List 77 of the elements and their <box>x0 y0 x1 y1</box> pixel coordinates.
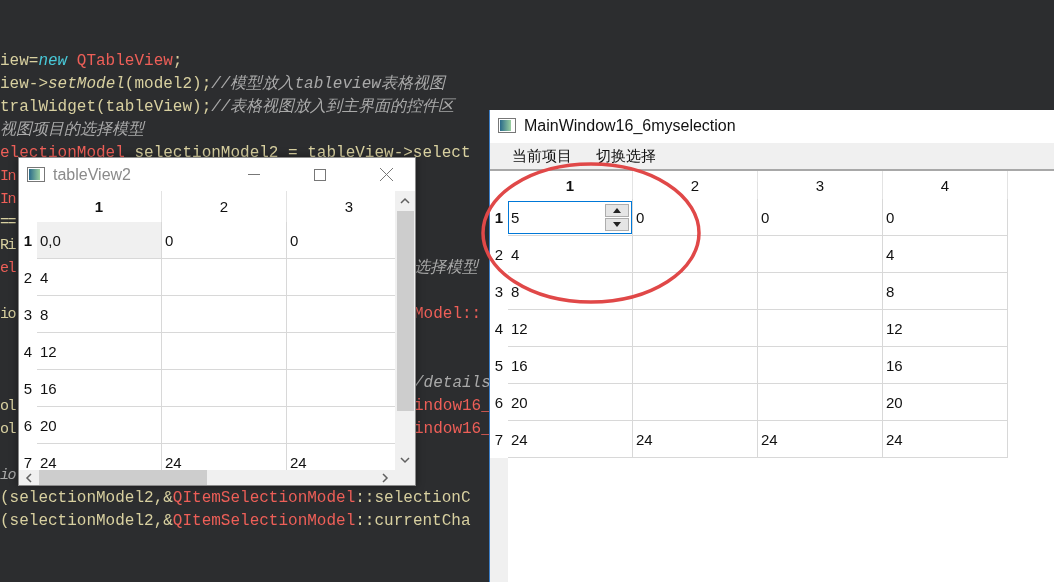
table-cell: 24 <box>37 444 162 470</box>
table-cell: 16 <box>883 347 1008 384</box>
code-comment: //表格视图放入到主界面的控件区 <box>211 96 455 118</box>
code-text: QTableView <box>76 51 173 72</box>
code-text: new <box>38 51 68 72</box>
window-icon <box>498 118 516 133</box>
table-cell: 20 <box>37 407 162 444</box>
table-cell: 20 <box>883 384 1008 421</box>
window-title: MainWindow16_6myselection <box>524 116 737 135</box>
code-text: electionModel <box>0 143 125 164</box>
code-text: ::selectionC <box>355 488 471 509</box>
window-title: tableView2 <box>53 165 132 184</box>
toolbar-button[interactable]: 当前项目 <box>502 144 582 168</box>
table-cell: 8 <box>883 273 1008 310</box>
code-text: ::currentCha <box>355 511 471 532</box>
table-cell: 20 <box>508 384 633 421</box>
table-cell: 0,0 <box>37 222 162 259</box>
table-cell: 0 <box>633 199 758 236</box>
code-text: ol <box>0 397 15 417</box>
code-text: iew-> <box>0 74 48 95</box>
toolbar-button[interactable]: 切换选择 <box>586 144 666 168</box>
code-comment: 视图项目的选择模型 <box>0 120 144 141</box>
table-cell: 24 <box>883 421 1008 458</box>
table-cell: 16 <box>508 347 633 384</box>
scroll-down-icon[interactable] <box>399 454 411 466</box>
table-cell: 16 <box>37 370 162 407</box>
code-text: io <box>0 305 15 325</box>
code-text: tralWidget(tableView); <box>0 97 212 118</box>
scroll-right-icon[interactable] <box>379 471 391 484</box>
table-cell: 0 <box>162 222 287 259</box>
code-text: indow16_ <box>414 419 491 440</box>
code-text: (selectionModel2,& <box>0 511 173 532</box>
scroll-left-icon[interactable] <box>23 471 35 484</box>
code-text: == <box>0 213 15 233</box>
code-text: In <box>0 190 15 210</box>
table-cell: 24 <box>758 421 883 458</box>
table-cell: 12 <box>508 310 633 347</box>
code-text: (selectionModel2,& <box>0 488 173 509</box>
code-comment: 选择模型 <box>414 258 478 279</box>
table-cell: 4 <box>883 236 1008 273</box>
spin-down-button[interactable] <box>605 217 629 231</box>
table-cell: 4 <box>508 236 633 273</box>
code-text: iew= <box>0 51 39 72</box>
horizontal-scrollbar[interactable] <box>19 470 415 485</box>
table-cell: 0 <box>883 199 1008 236</box>
table-cell: 24 <box>162 444 287 470</box>
code-text: Ri <box>0 236 15 256</box>
code-comment: /details <box>414 373 491 394</box>
table-cell: 8 <box>37 296 162 333</box>
code-text: (model2); <box>124 74 212 95</box>
up-arrow-icon <box>613 207 621 213</box>
close-icon <box>379 168 393 181</box>
maximize-icon <box>314 168 326 181</box>
vertical-scrollbar[interactable] <box>395 191 415 470</box>
table-cell: 8 <box>508 273 633 310</box>
code-text: el <box>0 259 15 279</box>
code-text: QItemSelectionModel <box>172 511 356 532</box>
code-text: indow16_ <box>414 396 491 417</box>
table-cell: 24 <box>633 421 758 458</box>
table-cell: 4 <box>37 259 162 296</box>
window-icon <box>27 167 45 182</box>
down-arrow-icon <box>613 221 621 227</box>
table-cell: 12 <box>883 310 1008 347</box>
spin-up-button[interactable] <box>605 203 629 217</box>
code-text: In <box>0 167 15 187</box>
table-cell: 12 <box>37 333 162 370</box>
table-cell: 24 <box>508 421 633 458</box>
table-cell: 0 <box>758 199 883 236</box>
spin-box[interactable]: 5 <box>508 200 632 234</box>
code-text: selectionModel2 = tableView->select <box>134 143 471 164</box>
code-text: ol <box>0 420 15 440</box>
code-comment: //模型放入tableview表格视图 <box>211 74 445 95</box>
minimize-icon <box>248 173 260 176</box>
code-text: setModel <box>48 74 125 95</box>
code-comment: io <box>0 466 15 486</box>
code-text: QItemSelectionModel <box>172 488 356 509</box>
code-text: ; <box>172 51 183 72</box>
